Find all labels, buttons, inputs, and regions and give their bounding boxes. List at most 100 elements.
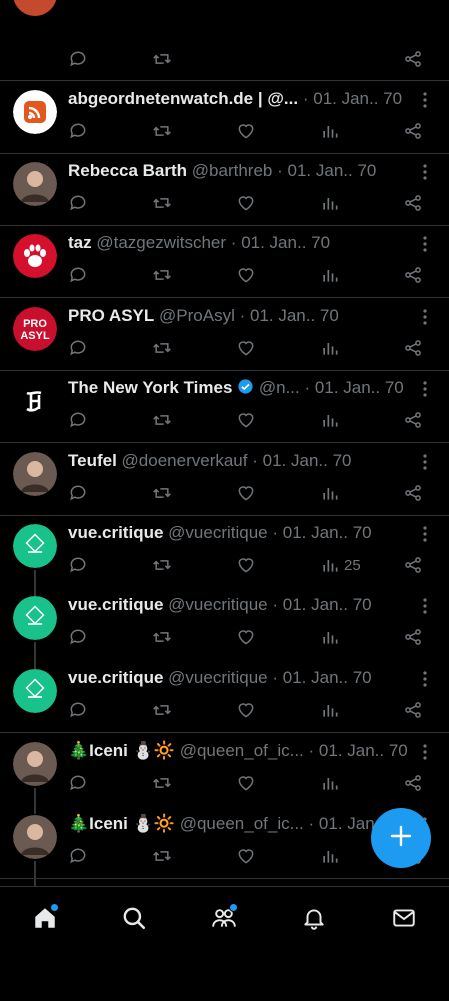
user-handle[interactable]: @vuecritique: [168, 595, 267, 614]
tweet[interactable]: The New York Times @n... · 01. Jan.. 70: [0, 377, 449, 449]
like-button[interactable]: [236, 699, 256, 721]
display-name[interactable]: Rebecca Barth: [68, 161, 187, 180]
more-options-button[interactable]: [415, 451, 435, 473]
more-options-button[interactable]: [415, 523, 435, 545]
tweet-date[interactable]: 01. Jan.. 70: [263, 451, 352, 470]
like-button[interactable]: [236, 626, 256, 648]
tweet-date[interactable]: 01. Jan.. 70: [283, 595, 372, 614]
views-button[interactable]: [320, 626, 340, 648]
tweet[interactable]: taz @tazgezwitscher · 01. Jan.. 70: [0, 232, 449, 304]
tweet[interactable]: Teufel @doenerverkauf · 01. Jan.. 70: [0, 450, 449, 522]
views-button[interactable]: [320, 337, 340, 359]
tweet-date[interactable]: 01. Jan.. 70: [250, 306, 339, 325]
tweet-date[interactable]: 01. Jan.. 70: [283, 668, 372, 687]
retweet-button[interactable]: [152, 48, 172, 70]
avatar[interactable]: [13, 524, 57, 568]
display-name[interactable]: vue.critique: [68, 668, 163, 687]
reply-button[interactable]: [68, 337, 88, 359]
display-name[interactable]: The New York Times: [68, 378, 232, 397]
reply-button[interactable]: [68, 554, 88, 576]
reply-button[interactable]: [68, 845, 88, 867]
more-options-button[interactable]: [415, 89, 435, 111]
retweet-button[interactable]: [152, 409, 172, 431]
views-button[interactable]: [320, 120, 340, 142]
views-button[interactable]: [320, 192, 340, 214]
like-button[interactable]: [236, 264, 256, 286]
display-name[interactable]: Teufel: [68, 451, 117, 470]
like-button[interactable]: [236, 845, 256, 867]
tweet-date[interactable]: 01. Jan.. 70: [241, 233, 330, 252]
share-button[interactable]: [403, 337, 423, 359]
retweet-button[interactable]: [152, 192, 172, 214]
display-name[interactable]: vue.critique: [68, 595, 163, 614]
like-button[interactable]: [236, 120, 256, 142]
display-name[interactable]: 🎄Iceni ⛄🔆: [68, 814, 175, 833]
share-button[interactable]: [403, 554, 423, 576]
views-button[interactable]: [320, 699, 340, 721]
retweet-button[interactable]: [152, 699, 172, 721]
tweet-date[interactable]: 01. Jan.. 70: [319, 741, 408, 760]
display-name[interactable]: PRO ASYL: [68, 306, 154, 325]
tweet[interactable]: vue.critique @vuecritique · 01. Jan.. 70…: [0, 522, 449, 596]
avatar[interactable]: [13, 90, 57, 134]
user-handle[interactable]: @doenerverkauf: [122, 451, 248, 470]
retweet-button[interactable]: [152, 264, 172, 286]
display-name[interactable]: abgeordnetenwatch.de | @...: [68, 89, 298, 108]
avatar[interactable]: [13, 0, 57, 16]
more-options-button[interactable]: [415, 668, 435, 690]
avatar[interactable]: [13, 596, 57, 640]
display-name[interactable]: 🎄Iceni ⛄🔆: [68, 741, 175, 760]
like-button[interactable]: [236, 772, 256, 794]
like-button[interactable]: [236, 337, 256, 359]
nav-home[interactable]: [30, 903, 60, 933]
avatar[interactable]: [13, 234, 57, 278]
user-handle[interactable]: @ProAsyl: [159, 306, 235, 325]
share-button[interactable]: [403, 264, 423, 286]
tweet[interactable]: abgeordnetenwatch.de | @... · 01. Jan.. …: [0, 88, 449, 160]
display-name[interactable]: taz: [68, 233, 92, 252]
user-handle[interactable]: @vuecritique: [168, 668, 267, 687]
share-button[interactable]: [403, 409, 423, 431]
tweet[interactable]: vue.critique @vuecritique · 01. Jan.. 70: [0, 586, 449, 668]
tweet[interactable]: 🎄Iceni ⛄🔆 @queen_of_ic... · 01. Jan.. 70: [0, 740, 449, 814]
share-button[interactable]: [403, 48, 423, 70]
avatar[interactable]: PRO ASYL: [13, 307, 57, 351]
reply-button[interactable]: [68, 264, 88, 286]
compose-tweet-button[interactable]: [371, 808, 431, 868]
views-button[interactable]: 25: [320, 554, 361, 576]
like-button[interactable]: [236, 192, 256, 214]
more-options-button[interactable]: [415, 378, 435, 400]
more-options-button[interactable]: [415, 306, 435, 328]
nav-communities[interactable]: [209, 903, 239, 933]
reply-button[interactable]: [68, 48, 88, 70]
views-button[interactable]: [320, 264, 340, 286]
more-options-button[interactable]: [415, 595, 435, 617]
avatar[interactable]: [13, 742, 57, 786]
user-handle[interactable]: @barthreb: [192, 161, 273, 180]
nav-messages[interactable]: [389, 903, 419, 933]
share-button[interactable]: [403, 699, 423, 721]
reply-button[interactable]: [68, 626, 88, 648]
user-handle[interactable]: @queen_of_ic...: [180, 741, 304, 760]
tweet[interactable]: Rebecca Barth @barthreb · 01. Jan.. 70: [0, 160, 449, 232]
share-button[interactable]: [403, 626, 423, 648]
tweet-date[interactable]: 01. Jan.. 70: [288, 161, 377, 180]
avatar[interactable]: [13, 669, 57, 713]
share-button[interactable]: [403, 120, 423, 142]
views-button[interactable]: [320, 772, 340, 794]
more-options-button[interactable]: [415, 741, 435, 763]
more-options-button[interactable]: [415, 233, 435, 255]
like-button[interactable]: [236, 554, 256, 576]
user-handle[interactable]: @n...: [259, 378, 300, 397]
like-button[interactable]: [236, 482, 256, 504]
tweet-date[interactable]: 01. Jan.. 70: [283, 523, 372, 542]
user-handle[interactable]: @tazgezwitscher: [96, 233, 226, 252]
retweet-button[interactable]: [152, 554, 172, 576]
like-button[interactable]: [236, 409, 256, 431]
reply-button[interactable]: [68, 192, 88, 214]
reply-button[interactable]: [68, 120, 88, 142]
retweet-button[interactable]: [152, 482, 172, 504]
tweet-date[interactable]: 01. Jan.. 70: [313, 89, 402, 108]
avatar[interactable]: [13, 162, 57, 206]
share-button[interactable]: [403, 192, 423, 214]
